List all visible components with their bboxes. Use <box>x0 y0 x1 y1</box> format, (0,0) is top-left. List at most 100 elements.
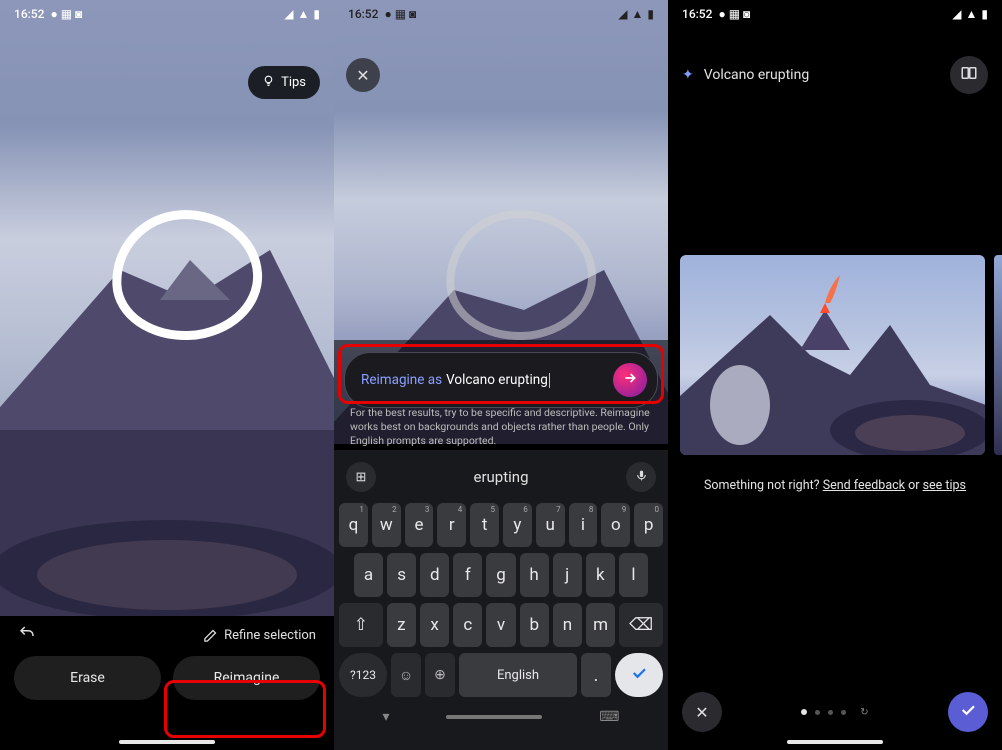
key-h[interactable]: h <box>520 553 549 597</box>
prompt-input[interactable]: Reimagine as Volcano erupting <box>344 352 658 408</box>
hint-text: For the best results, try to be specific… <box>350 406 652 449</box>
voice-input-button[interactable] <box>626 462 656 492</box>
nav-hide-keyboard[interactable]: ▾ <box>382 709 389 725</box>
key-u[interactable]: 7u <box>536 503 565 547</box>
key-g[interactable]: g <box>486 553 515 597</box>
key-z[interactable]: z <box>387 603 416 647</box>
signal-icon: ▲ <box>632 7 644 21</box>
prompt-prefix: Reimagine as <box>361 372 442 388</box>
dot-2 <box>815 710 820 715</box>
key-c[interactable]: c <box>453 603 482 647</box>
prompt-value: Volcano erupting <box>446 372 548 388</box>
dot-3 <box>828 710 833 715</box>
suggestion-bar: ⊞ erupting <box>334 456 668 500</box>
send-feedback-link[interactable]: Send feedback <box>823 478 905 493</box>
see-tips-link[interactable]: see tips <box>923 478 966 493</box>
battery-icon: ▮ <box>981 7 988 21</box>
key-f[interactable]: f <box>453 553 482 597</box>
keyboard: ⊞ erupting 1q2w3e4r5t6y7u8i9o0p asdfghjk… <box>334 450 668 750</box>
grid-icon: ▦ <box>395 7 406 21</box>
key-j[interactable]: j <box>553 553 582 597</box>
close-icon: ✕ <box>356 66 369 85</box>
shift-icon: ⇧ <box>354 615 368 635</box>
signal-icon: ▲ <box>298 7 310 21</box>
screen-2-prompt-input: 16:52 ● ▦ ◙ ◢ ▲ ▮ ✕ Reimagine as Volcano… <box>334 0 668 750</box>
language-key[interactable]: ⊕ <box>425 653 455 697</box>
key-m[interactable]: m <box>586 603 615 647</box>
nav-handle[interactable] <box>787 740 883 744</box>
key-e[interactable]: 3e <box>405 503 434 547</box>
check-icon <box>630 664 648 686</box>
undo-button[interactable] <box>18 624 36 646</box>
key-d[interactable]: d <box>420 553 449 597</box>
shift-key[interactable]: ⇧ <box>339 603 383 647</box>
status-bar: 16:52 ● ▦ ◙ ◢ ▲ ▮ <box>668 0 1002 28</box>
regenerate-icon[interactable]: ↻ <box>860 707 868 718</box>
nav-handle[interactable] <box>446 715 542 719</box>
nav-keyboard-switch[interactable]: ⌨ <box>599 709 619 725</box>
signal-icon: ▲ <box>966 7 978 21</box>
status-bar: 16:52 ● ▦ ◙ ◢ ▲ ▮ <box>334 0 668 28</box>
period-key[interactable]: . <box>581 653 611 697</box>
chat-icon: ● <box>384 7 391 21</box>
chat-icon: ● <box>50 7 57 21</box>
key-a[interactable]: a <box>354 553 383 597</box>
key-y[interactable]: 6y <box>503 503 532 547</box>
result-bottom-bar: ✕ ↻ <box>668 692 1002 732</box>
keyboard-row-bottom: ?123 ☺ ⊕ English . <box>334 650 668 705</box>
key-x[interactable]: x <box>420 603 449 647</box>
tips-button[interactable]: Tips <box>248 66 320 99</box>
key-n[interactable]: n <box>553 603 582 647</box>
tips-label: Tips <box>281 75 306 90</box>
clock: 16:52 <box>14 7 44 21</box>
next-result-peek[interactable] <box>994 255 1002 455</box>
mic-icon <box>635 469 648 486</box>
compare-icon <box>960 64 978 86</box>
key-b[interactable]: b <box>520 603 549 647</box>
compare-button[interactable] <box>950 56 988 94</box>
pagination-dots[interactable]: ↻ <box>801 707 868 718</box>
lightbulb-icon <box>262 74 275 91</box>
camera-icon: ◙ <box>743 7 750 21</box>
submit-button[interactable] <box>613 363 647 397</box>
key-o[interactable]: 9o <box>601 503 630 547</box>
cancel-button[interactable]: ✕ <box>682 692 722 732</box>
grid-icon: ▦ <box>729 7 740 21</box>
key-v[interactable]: v <box>486 603 515 647</box>
screen-1-reimagine-tool: 16:52 ● ▦ ◙ ◢ ▲ ▮ Tips Refine selection <box>0 0 334 750</box>
close-button[interactable]: ✕ <box>346 58 380 92</box>
apps-button[interactable]: ⊞ <box>346 462 376 492</box>
key-w[interactable]: 2w <box>372 503 401 547</box>
numeric-key[interactable]: ?123 <box>339 653 387 697</box>
emoji-icon: ☺ <box>399 667 413 684</box>
key-s[interactable]: s <box>387 553 416 597</box>
key-q[interactable]: 1q <box>339 503 368 547</box>
keyboard-row-3: ⇧ zxcvbnm⌫ <box>334 600 668 650</box>
screen-3-result: 16:52 ● ▦ ◙ ◢ ▲ ▮ ✦ Volcano erupting <box>668 0 1002 750</box>
camera-icon: ◙ <box>409 7 416 21</box>
erase-button[interactable]: Erase <box>14 656 161 700</box>
accept-button[interactable] <box>948 692 988 732</box>
key-l[interactable]: l <box>619 553 648 597</box>
key-k[interactable]: k <box>586 553 615 597</box>
key-i[interactable]: 8i <box>569 503 598 547</box>
clock: 16:52 <box>348 7 378 21</box>
nav-handle[interactable] <box>119 740 215 744</box>
backspace-key[interactable]: ⌫ <box>619 603 663 647</box>
key-p[interactable]: 0p <box>634 503 663 547</box>
dot-4 <box>841 710 846 715</box>
dot-1 <box>801 709 807 715</box>
enter-key[interactable] <box>615 653 663 697</box>
reimagine-button[interactable]: Reimagine <box>173 656 320 700</box>
emoji-key[interactable]: ☺ <box>391 653 421 697</box>
key-t[interactable]: 5t <box>470 503 499 547</box>
result-image[interactable] <box>680 255 985 455</box>
wifi-icon: ◢ <box>284 7 293 21</box>
bottom-toolbar: Refine selection Erase Reimagine <box>0 616 334 750</box>
close-icon: ✕ <box>695 703 708 722</box>
spacebar[interactable]: English <box>459 653 577 697</box>
key-r[interactable]: 4r <box>437 503 466 547</box>
suggestion-word[interactable]: erupting <box>474 468 529 486</box>
refine-selection-button[interactable]: Refine selection <box>203 628 316 643</box>
keyboard-row-1: 1q2w3e4r5t6y7u8i9o0p <box>334 500 668 550</box>
